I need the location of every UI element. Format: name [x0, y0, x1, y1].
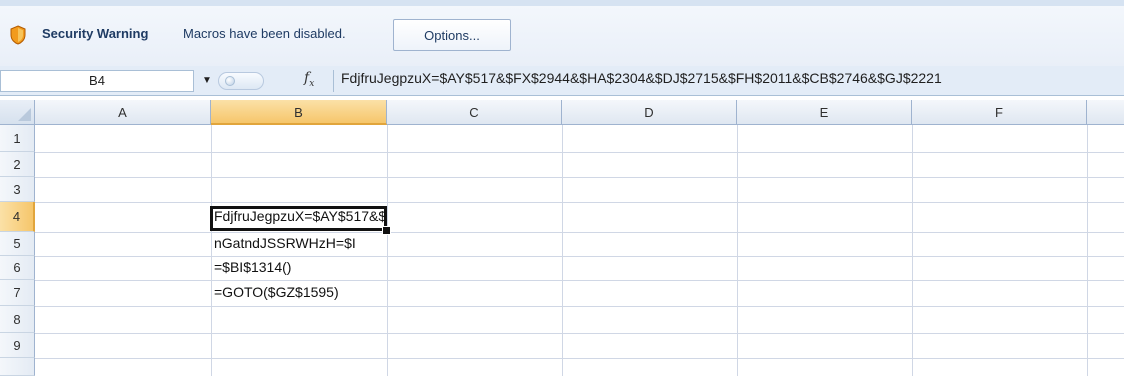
row-header-5[interactable]: 5 [0, 232, 35, 256]
active-cell-border[interactable] [210, 206, 387, 231]
formula-bar-separator [333, 70, 334, 92]
column-header-a[interactable]: A [35, 100, 211, 125]
gridline [562, 125, 563, 376]
gridline [35, 256, 1124, 257]
row-header-2[interactable]: 2 [0, 152, 35, 177]
row-header-3[interactable]: 3 [0, 177, 35, 202]
cell-b7[interactable]: =GOTO($GZ$1595) [214, 284, 384, 300]
security-warning-message: Macros have been disabled. [183, 26, 346, 41]
select-all-corner[interactable] [0, 100, 35, 125]
gridline [35, 358, 1124, 359]
gridline [35, 333, 1124, 334]
formula-bar-resize-knob[interactable] [218, 72, 264, 90]
cell-b5[interactable]: nGatndJSSRWHzH=$I [214, 235, 384, 251]
name-box-dropdown-icon[interactable]: ▼ [200, 74, 214, 88]
row-header-8[interactable]: 8 [0, 306, 35, 333]
security-warning-title: Security Warning [42, 26, 149, 41]
options-button[interactable]: Options... [393, 19, 511, 51]
gridline [35, 202, 1124, 203]
column-header-c[interactable]: C [387, 100, 562, 125]
shield-warning-icon [10, 25, 26, 45]
row-header-4[interactable]: 4 [0, 202, 35, 232]
gridline [35, 152, 1124, 153]
gridline [35, 232, 1124, 233]
name-box[interactable]: B4 [0, 70, 194, 92]
column-header-e[interactable]: E [737, 100, 912, 125]
row-header-10-partial[interactable] [0, 358, 35, 376]
worksheet-grid[interactable]: A B C D E F 1 2 3 4 5 6 7 8 9 FdjfruJegp… [0, 100, 1124, 376]
cell-b6[interactable]: =$BI$1314() [214, 259, 384, 275]
row-header-9[interactable]: 9 [0, 333, 35, 358]
column-header-f[interactable]: F [912, 100, 1087, 125]
gridline [35, 177, 1124, 178]
row-header-6[interactable]: 6 [0, 256, 35, 280]
row-header-1[interactable]: 1 [0, 125, 35, 152]
column-header-b[interactable]: B [211, 100, 387, 125]
gridline [211, 125, 212, 376]
formula-input[interactable]: FdjfruJegpzuX=$AY$517&$FX$2944&$HA$2304&… [341, 70, 942, 86]
column-header-g-partial[interactable] [1087, 100, 1124, 125]
formula-bar: B4 ▼ fx FdjfruJegpzuX=$AY$517&$FX$2944&$… [0, 66, 1124, 96]
column-header-d[interactable]: D [562, 100, 737, 125]
fx-symbol: fx [304, 70, 315, 89]
gridline [737, 125, 738, 376]
gridline [1087, 125, 1088, 376]
row-header-7[interactable]: 7 [0, 280, 35, 306]
gridline [912, 125, 913, 376]
fill-handle[interactable] [382, 226, 391, 235]
insert-function-icon[interactable]: fx [304, 70, 314, 89]
security-warning-bar: Security Warning Macros have been disabl… [0, 0, 1124, 66]
gridline [35, 306, 1124, 307]
gridline [35, 280, 1124, 281]
gridline [387, 125, 388, 376]
